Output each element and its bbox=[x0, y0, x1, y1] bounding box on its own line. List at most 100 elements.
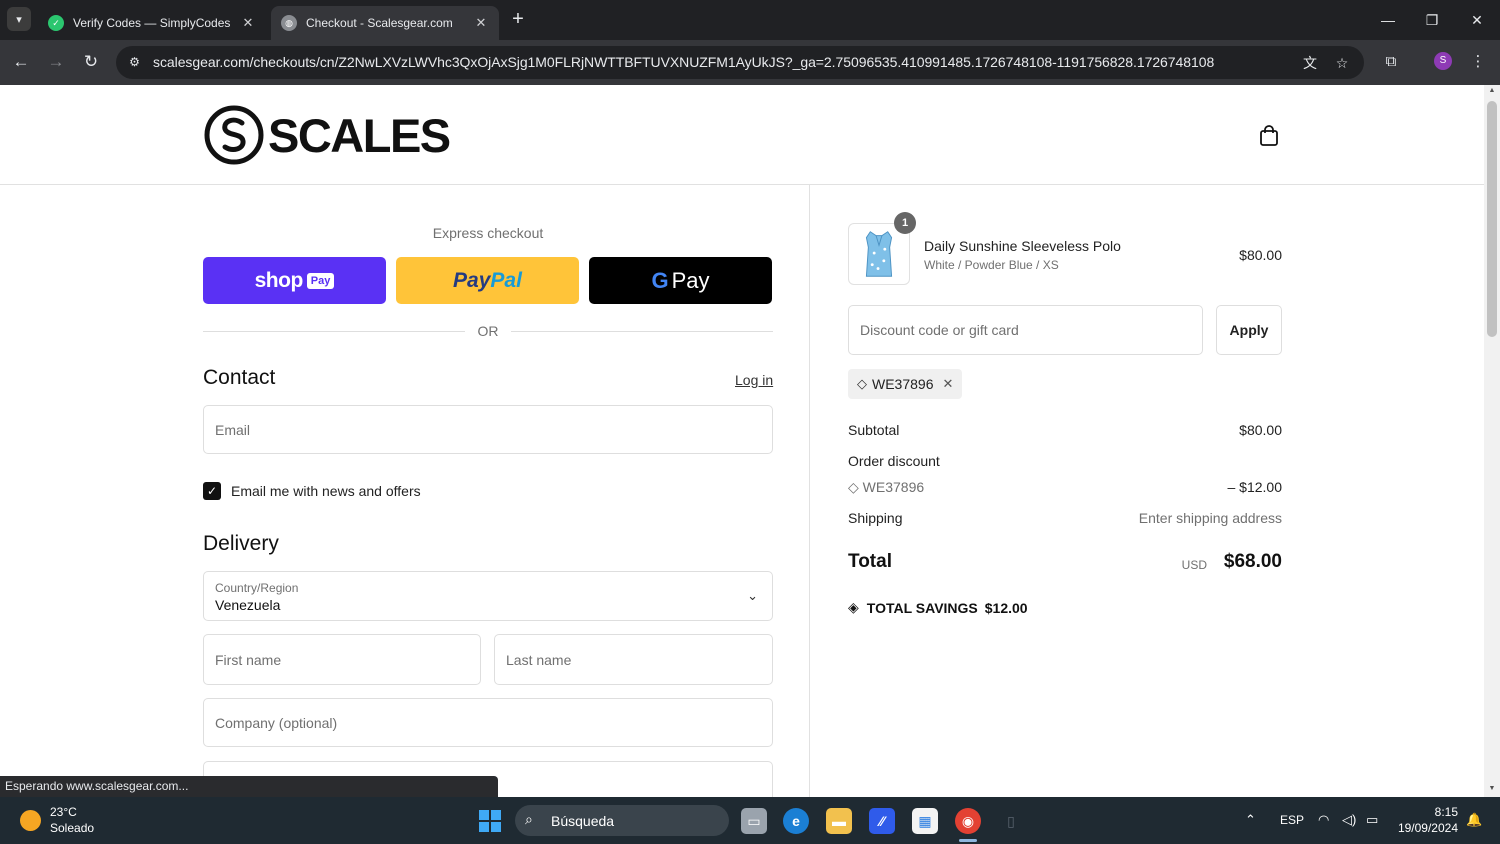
minimize-button[interactable]: — bbox=[1366, 8, 1410, 32]
savings-value: $12.00 bbox=[984, 599, 1028, 616]
file-explorer-icon[interactable]: ▬ bbox=[826, 808, 852, 834]
browser-tab-bar: ▾ ✓ Verify Codes — SimplyCodes ✕ ◍ Check… bbox=[0, 0, 1500, 40]
close-icon[interactable]: ✕ bbox=[240, 15, 256, 31]
chrome-icon[interactable]: ◉ bbox=[955, 808, 981, 834]
site-settings-icon[interactable]: ⚙ bbox=[125, 53, 144, 72]
paypal-word-2: Pal bbox=[490, 268, 522, 292]
active-app-indicator bbox=[959, 839, 977, 842]
close-icon[interactable]: ✕ bbox=[473, 15, 489, 31]
shopping-bag-icon[interactable] bbox=[1259, 125, 1279, 146]
checkout-page: SCALES Express checkout shop Pay Pay Pal … bbox=[0, 85, 1484, 797]
paypal-button[interactable]: Pay Pal bbox=[396, 257, 579, 304]
email-field[interactable] bbox=[203, 405, 773, 454]
shop-pay-button[interactable]: shop Pay bbox=[203, 257, 386, 304]
start-button[interactable] bbox=[479, 810, 501, 832]
shipping-row: Shipping Enter shipping address bbox=[848, 510, 1282, 526]
scroll-up-icon[interactable]: ▲ bbox=[1488, 87, 1496, 94]
translate-icon[interactable]: 文 bbox=[1300, 53, 1320, 73]
chevron-up-icon[interactable]: ⌃ bbox=[1245, 812, 1256, 828]
discount-code-line: ◇ WE37896 bbox=[848, 479, 924, 496]
app-icon-dim[interactable]: ▯ bbox=[998, 808, 1024, 834]
close-window-button[interactable]: ✕ bbox=[1455, 8, 1499, 32]
applied-code-text: WE37896 bbox=[872, 376, 934, 392]
last-name-field[interactable] bbox=[494, 634, 773, 685]
windows-logo-icon bbox=[479, 822, 489, 832]
subtotal-row: Subtotal $80.00 bbox=[848, 422, 1282, 438]
discount-code-input[interactable] bbox=[849, 306, 1202, 354]
total-row: Total USD $68.00 bbox=[848, 551, 1282, 573]
first-name-field[interactable] bbox=[203, 634, 481, 685]
newsletter-checkbox-row[interactable]: ✓ Email me with news and offers bbox=[203, 482, 421, 500]
last-name-input[interactable] bbox=[495, 635, 772, 684]
notification-bell-icon[interactable]: 🔔 bbox=[1466, 812, 1482, 828]
country-label: Country/Region bbox=[215, 581, 299, 595]
store-icon[interactable]: ▦ bbox=[912, 808, 938, 834]
tab-title: Checkout - Scalesgear.com bbox=[306, 16, 453, 30]
menu-dots-icon[interactable]: ⋮ bbox=[1467, 51, 1489, 73]
clock-date[interactable]: 19/09/2024 bbox=[1388, 821, 1458, 835]
paypal-word-1: Pay bbox=[453, 268, 491, 292]
url-text[interactable]: scalesgear.com/checkouts/cn/Z2NwLXVzLWVh… bbox=[153, 54, 1214, 70]
page-scrollbar[interactable]: ▲ ▼ bbox=[1484, 85, 1500, 797]
bookmark-star-icon[interactable]: ☆ bbox=[1332, 53, 1352, 73]
taskbar-search[interactable]: ⌕ Búsqueda bbox=[515, 805, 729, 836]
discount-code-text: WE37896 bbox=[862, 479, 925, 495]
clock-time[interactable]: 8:15 bbox=[1398, 805, 1458, 819]
reload-button[interactable]: ↻ bbox=[79, 50, 103, 74]
extensions-icon[interactable]: ⧉ bbox=[1380, 51, 1402, 73]
tag-icon: ◇ bbox=[848, 479, 859, 495]
weather-temperature[interactable]: 23°C bbox=[50, 805, 77, 819]
scrollbar-thumb[interactable] bbox=[1487, 101, 1497, 337]
tab-title: Verify Codes — SimplyCodes bbox=[73, 16, 231, 30]
task-view-icon[interactable]: ▭ bbox=[741, 808, 767, 834]
tab-checkout[interactable]: ◍ Checkout - Scalesgear.com ✕ bbox=[271, 6, 499, 40]
sun-icon[interactable] bbox=[20, 810, 41, 831]
edge-icon[interactable]: e bbox=[783, 808, 809, 834]
store-logo[interactable]: SCALES bbox=[204, 105, 451, 165]
email-input[interactable] bbox=[204, 406, 772, 453]
company-input[interactable] bbox=[204, 699, 772, 746]
search-icon: ⌕ bbox=[525, 811, 533, 827]
savings-label: TOTAL SAVINGS bbox=[866, 599, 978, 616]
google-g-icon: G bbox=[651, 267, 669, 293]
apply-discount-button[interactable]: Apply bbox=[1216, 305, 1282, 355]
discount-amount: – $12.00 bbox=[1227, 479, 1283, 495]
total-currency: USD bbox=[1181, 558, 1207, 572]
wifi-icon[interactable]: ◠ bbox=[1318, 812, 1329, 828]
shipping-label: Shipping bbox=[848, 510, 903, 526]
battery-icon[interactable]: ▭ bbox=[1366, 812, 1378, 828]
google-pay-button[interactable]: G Pay bbox=[589, 257, 772, 304]
login-link[interactable]: Log in bbox=[735, 372, 773, 388]
forward-button[interactable]: → bbox=[44, 50, 68, 74]
profile-avatar[interactable]: S bbox=[1434, 52, 1452, 70]
tab-simplycodes[interactable]: ✓ Verify Codes — SimplyCodes ✕ bbox=[38, 6, 266, 40]
first-name-input[interactable] bbox=[204, 635, 480, 684]
tab-search-button[interactable]: ▾ bbox=[7, 7, 31, 31]
windows-logo-icon bbox=[491, 822, 501, 832]
discount-code-field[interactable] bbox=[848, 305, 1203, 355]
product-price: $80.00 bbox=[1239, 247, 1282, 263]
globe-icon: ◍ bbox=[281, 15, 297, 31]
volume-icon[interactable]: ◁) bbox=[1342, 812, 1356, 828]
new-tab-button[interactable]: + bbox=[507, 9, 529, 31]
or-text: OR bbox=[477, 323, 499, 339]
shop-pay-word: shop bbox=[254, 268, 304, 292]
back-button[interactable]: ← bbox=[9, 50, 33, 74]
product-name: Daily Sunshine Sleeveless Polo bbox=[924, 238, 1121, 254]
address-bar[interactable]: ⚙ scalesgear.com/checkouts/cn/Z2NwLXVzLW… bbox=[116, 46, 1364, 79]
remove-code-icon[interactable]: ✕ bbox=[942, 376, 953, 392]
shop-pay-pill: Pay bbox=[306, 272, 335, 289]
shipping-value: Enter shipping address bbox=[1138, 510, 1282, 526]
order-summary: 1 Daily Sunshine Sleeveless Polo White /… bbox=[809, 185, 1484, 797]
company-field[interactable] bbox=[203, 698, 773, 747]
windows-logo-icon bbox=[479, 810, 489, 820]
total-savings-row: ◈ TOTAL SAVINGS $12.00 bbox=[848, 599, 1028, 616]
language-indicator[interactable]: ESP bbox=[1280, 813, 1304, 827]
restore-button[interactable]: ❐ bbox=[1410, 8, 1454, 32]
arrow-left-icon: ← bbox=[12, 52, 30, 71]
country-select[interactable]: Country/Region Venezuela ⌄ bbox=[203, 571, 773, 621]
weather-description[interactable]: Soleado bbox=[50, 821, 94, 835]
newsletter-checkbox[interactable]: ✓ bbox=[203, 482, 221, 500]
app-icon[interactable]: ⁄⁄ bbox=[869, 808, 895, 834]
scroll-down-icon[interactable]: ▼ bbox=[1488, 785, 1496, 792]
